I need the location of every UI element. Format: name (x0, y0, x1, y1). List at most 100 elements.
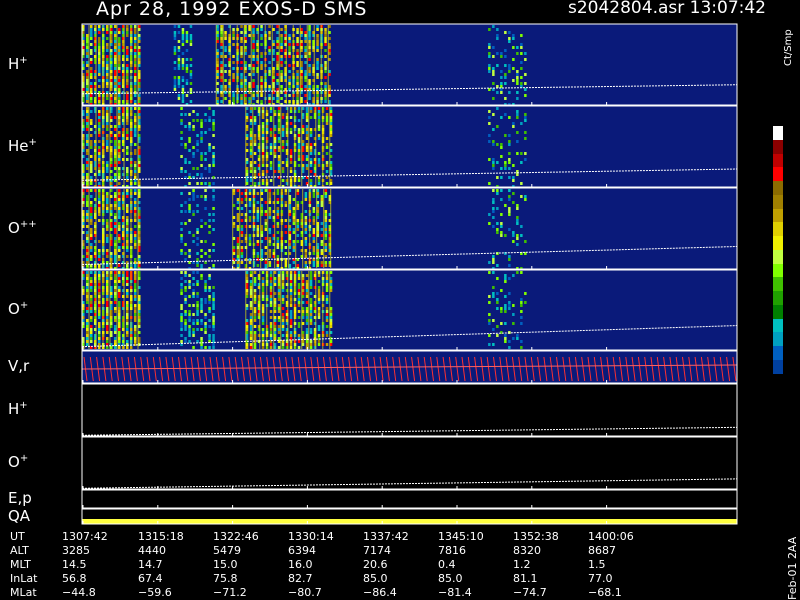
spectrogram-cell (304, 61, 307, 64)
spectrogram-cell (204, 207, 207, 210)
spectrogram-cell (249, 283, 253, 286)
spectrogram-cell (177, 94, 181, 97)
spectrogram-cell (126, 116, 129, 119)
spectrogram-cell (134, 55, 137, 58)
spectrogram-cell (134, 25, 137, 28)
spectrogram-cell (185, 82, 189, 85)
spectrogram-cell (288, 34, 291, 37)
spectrogram-cell (114, 258, 117, 261)
spectrogram-cell (240, 240, 244, 243)
spectrogram-cell (261, 152, 265, 155)
spectrogram-cell (118, 158, 121, 161)
spectrogram-cell (260, 79, 263, 82)
spectrogram-cell (98, 331, 101, 334)
spectrogram-cell (220, 85, 223, 88)
spectrogram-cell (208, 337, 211, 340)
spectrogram-cell (98, 198, 101, 201)
spectrogram-cell (492, 73, 495, 76)
spectrogram-cell (256, 192, 260, 195)
spectrogram-cell (261, 131, 265, 134)
spectrogram-cell (284, 240, 288, 243)
spectrogram-cell (305, 164, 309, 167)
spectrogram-cell (277, 164, 281, 167)
spectrogram-cell (309, 310, 313, 313)
spectrogram-cell (500, 176, 503, 179)
footer-cell: 75.8 (213, 572, 238, 585)
spectrogram-cell (126, 210, 129, 213)
spectrogram-cell (316, 46, 319, 49)
spectrogram-cell (325, 122, 329, 125)
spectrogram-cell (114, 158, 117, 161)
spectrogram-cell (281, 131, 285, 134)
spectrogram-cell (204, 289, 207, 292)
spectrogram-cell (508, 195, 511, 198)
spectrogram-cell (297, 146, 301, 149)
spectrogram-cell (305, 316, 309, 319)
spectrogram-cell (173, 67, 177, 70)
spectrogram-cell (325, 286, 329, 289)
spectrogram-cell (276, 264, 280, 267)
spectrogram-cell (492, 198, 495, 201)
spectrogram-cell (134, 116, 137, 119)
spectrogram-cell (181, 31, 185, 34)
spectrogram-cell (268, 67, 271, 70)
spectrogram-cell (296, 31, 299, 34)
spectrogram-cell (118, 119, 121, 122)
spectrogram-cell (90, 122, 93, 125)
spectrogram-cell (488, 222, 491, 225)
spectrogram-cell (253, 152, 257, 155)
spectrogram-cell (208, 319, 211, 322)
spectrogram-cell (126, 25, 129, 28)
spectrogram-cell (126, 149, 129, 152)
spectrogram-cell (90, 307, 93, 310)
spectrogram-cell (516, 46, 519, 49)
spectrogram-cell (126, 73, 129, 76)
spectrogram-cell (317, 122, 321, 125)
spectrogram-cell (504, 113, 507, 116)
spectrogram-cell (188, 304, 191, 307)
spectrogram-cell (512, 46, 515, 49)
spectrogram-cell (188, 207, 191, 210)
spectrogram-cell (268, 210, 272, 213)
footer-cell: 1322:46 (213, 530, 259, 543)
spectrogram-cell (134, 182, 137, 185)
spectrogram-cell (277, 122, 281, 125)
spectrogram-cell (268, 25, 271, 28)
spectrogram-cell (177, 49, 181, 52)
spectrogram-cell (492, 189, 495, 192)
spectrogram-cell (118, 31, 121, 34)
spectrogram-cell (281, 125, 285, 128)
footer-cell: 1337:42 (363, 530, 409, 543)
spectrogram-cell (253, 140, 257, 143)
spectrogram-cell (200, 173, 203, 176)
spectrogram-cell (134, 283, 137, 286)
spectrogram-cell (188, 334, 191, 337)
spectrogram-cell (220, 46, 223, 49)
spectrogram-cell (289, 301, 293, 304)
spectrogram-cell (188, 137, 191, 140)
spectrogram-cell (173, 52, 177, 55)
spectrogram-cell (324, 225, 328, 228)
spectrogram-cell (106, 116, 109, 119)
spectrogram-cell (320, 201, 324, 204)
spectrogram-cell (98, 31, 101, 34)
spectrogram-cell (106, 252, 109, 255)
spectrogram-cell (212, 134, 215, 137)
spectrogram-cell (90, 119, 93, 122)
spectrogram-cell (508, 210, 511, 213)
spectrogram-cell (269, 161, 273, 164)
spectrogram-cell (196, 167, 199, 170)
spectrogram-cell (276, 46, 279, 49)
spectrogram-cell (90, 289, 93, 292)
spectrogram-cell (118, 37, 121, 40)
spectrogram-cell (516, 219, 519, 222)
spectrogram-cell (90, 176, 93, 179)
spectrogram-cell (520, 182, 523, 185)
spectrogram-cell (305, 313, 309, 316)
spectrogram-cell (98, 140, 101, 143)
spectrogram-cell (106, 125, 109, 128)
spectrogram-cell (296, 91, 299, 94)
spectrogram-cell (118, 289, 121, 292)
spectrogram-cell (180, 316, 183, 319)
spectrogram-cell (90, 216, 93, 219)
